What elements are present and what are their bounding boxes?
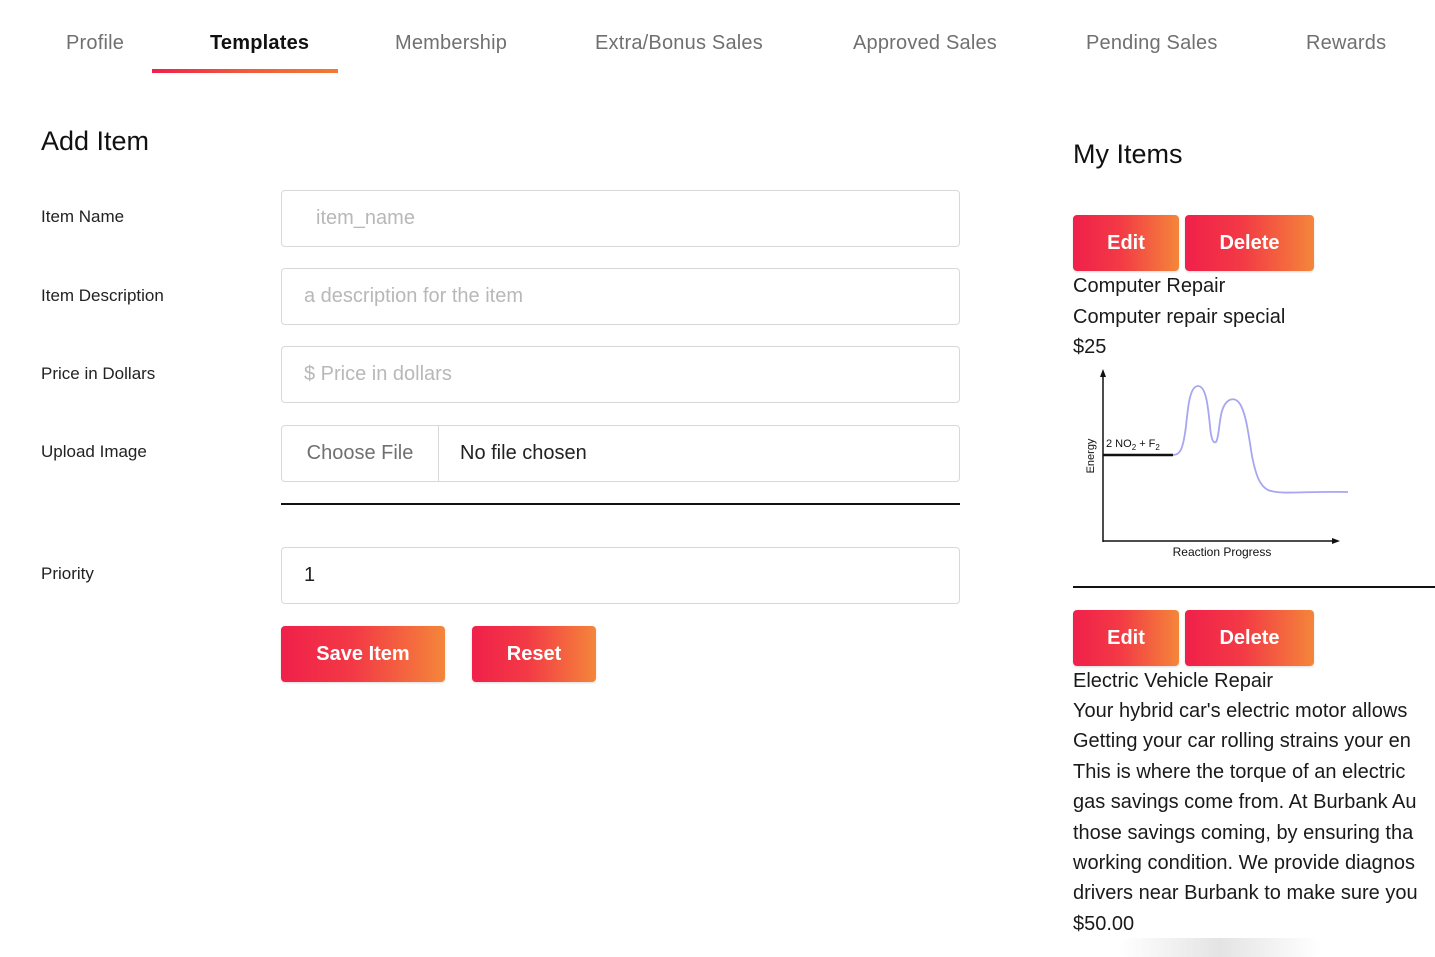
- item-description-line: Your hybrid car's electric motor allows: [1073, 700, 1408, 722]
- active-tab-indicator: [152, 69, 338, 73]
- file-upload-field: Choose File No file chosen: [281, 425, 960, 482]
- add-item-title: Add Item: [41, 126, 150, 156]
- edit-item-button[interactable]: Edit: [1073, 610, 1179, 666]
- save-item-button[interactable]: Save Item: [281, 626, 445, 682]
- item-image-energy-diagram: 2 NO2 + F2 Energy Reaction Progress: [1085, 369, 1349, 559]
- item-name-input[interactable]: [281, 190, 960, 247]
- item-description-line: gas savings come from. At Burbank Au: [1073, 791, 1417, 814]
- tab-templates[interactable]: Templates: [210, 32, 309, 55]
- y-axis-arrow: [1100, 369, 1106, 377]
- energy-curve: [1172, 385, 1349, 494]
- item-name: Electric Vehicle Repair: [1073, 670, 1274, 692]
- my-items-title: My Items: [1073, 139, 1183, 169]
- edit-item-button[interactable]: Edit: [1073, 215, 1179, 271]
- item-description-line: This is where the torque of an electric: [1073, 760, 1406, 783]
- item-description-line: those savings coming, by ensuring tha: [1073, 821, 1414, 844]
- item-price: $25: [1073, 336, 1107, 358]
- items-divider: [1073, 586, 1435, 588]
- delete-item-button[interactable]: Delete: [1185, 610, 1314, 666]
- tab-rewards[interactable]: Rewards: [1306, 32, 1386, 55]
- reset-button[interactable]: Reset: [472, 626, 596, 682]
- priority-label: Priority: [41, 564, 94, 583]
- file-status-text: No file chosen: [460, 442, 587, 464]
- form-divider: [281, 503, 960, 505]
- reactant-label: 2 NO2 + F2: [1106, 438, 1160, 452]
- item-description-line: working condition. We provide diagnos: [1073, 852, 1416, 875]
- item-image-partial: [1120, 938, 1320, 957]
- tab-extra-bonus-sales[interactable]: Extra/Bonus Sales: [595, 32, 763, 55]
- item-description-input[interactable]: [281, 268, 960, 325]
- item-description: Your hybrid car's electric motor allows …: [1073, 696, 1418, 909]
- price-input[interactable]: [281, 346, 960, 403]
- item-description-line: Getting your car rolling strains your en: [1073, 730, 1411, 753]
- item-name: Computer Repair: [1073, 275, 1226, 297]
- tab-pending-sales[interactable]: Pending Sales: [1086, 32, 1218, 55]
- y-axis-label: Energy: [1085, 438, 1097, 473]
- choose-file-button[interactable]: Choose File: [282, 426, 439, 481]
- x-axis-arrow: [1332, 538, 1340, 544]
- x-axis-label: Reaction Progress: [1173, 545, 1272, 559]
- item-description: Computer repair special: [1073, 306, 1286, 328]
- item-description-label: Item Description: [41, 286, 164, 305]
- delete-item-button[interactable]: Delete: [1185, 215, 1314, 271]
- tab-approved-sales[interactable]: Approved Sales: [853, 32, 997, 55]
- tab-membership[interactable]: Membership: [395, 32, 507, 55]
- price-label: Price in Dollars: [41, 364, 156, 383]
- page: Profile Templates Membership Extra/Bonus…: [0, 0, 1435, 957]
- item-price: $50.00: [1073, 913, 1135, 935]
- item-name-label: Item Name: [41, 207, 125, 226]
- item-description-line: drivers near Burbank to make sure you: [1073, 882, 1418, 905]
- tab-bar: Profile Templates Membership Extra/Bonus…: [0, 0, 1435, 80]
- tab-profile[interactable]: Profile: [66, 32, 124, 55]
- priority-input[interactable]: [281, 547, 960, 604]
- upload-image-label: Upload Image: [41, 442, 147, 461]
